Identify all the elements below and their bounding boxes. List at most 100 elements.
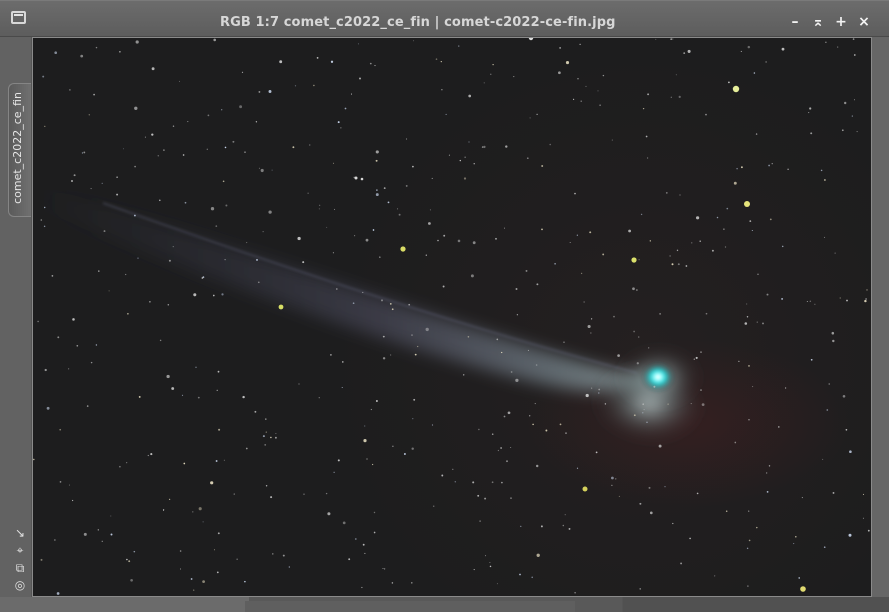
star — [639, 588, 641, 590]
star — [636, 289, 638, 291]
star — [245, 447, 248, 450]
star — [549, 143, 551, 146]
fit-view-icon[interactable]: ⌖ — [13, 543, 27, 557]
star — [193, 589, 195, 591]
star — [809, 107, 812, 110]
star — [541, 228, 543, 231]
image-tab[interactable]: comet_c2022_ce_fin — [8, 83, 31, 217]
image-window-icon[interactable] — [11, 11, 26, 24]
star — [540, 525, 543, 528]
star — [849, 450, 852, 454]
star — [210, 481, 214, 485]
star — [441, 474, 444, 477]
star — [190, 578, 193, 580]
star — [431, 424, 434, 426]
star — [602, 74, 605, 77]
star — [150, 453, 153, 456]
star — [689, 537, 691, 540]
star — [748, 365, 750, 367]
star — [326, 226, 328, 228]
star — [535, 364, 538, 366]
star-field — [33, 38, 870, 595]
star — [527, 349, 529, 351]
star — [464, 156, 466, 158]
star — [68, 484, 71, 486]
star — [693, 358, 695, 360]
star — [781, 297, 784, 300]
star — [841, 129, 844, 132]
star — [473, 569, 475, 571]
star — [411, 582, 413, 584]
star — [842, 395, 846, 398]
image-canvas[interactable] — [32, 37, 872, 597]
star — [119, 465, 121, 468]
star — [669, 255, 671, 257]
shade-button[interactable]: ⌅ — [811, 15, 825, 29]
star — [425, 327, 429, 332]
star — [583, 301, 585, 303]
star — [864, 299, 867, 303]
window-titlebar[interactable]: RGB 1:7 comet_c2022_ce_fin | comet-c2022… — [0, 1, 889, 37]
star — [373, 531, 376, 534]
star — [529, 117, 531, 119]
star — [133, 550, 136, 553]
close-button[interactable]: × — [857, 15, 871, 29]
view-options-icon[interactable]: ◎ — [13, 578, 27, 592]
star — [257, 281, 260, 284]
star — [748, 419, 750, 421]
star — [778, 426, 780, 428]
star — [359, 77, 361, 80]
star — [413, 40, 415, 42]
star — [210, 207, 215, 211]
star — [565, 61, 570, 65]
star — [746, 316, 749, 318]
star — [366, 458, 368, 460]
zoom-fit-icon[interactable]: ↘ — [13, 526, 27, 540]
star — [642, 107, 645, 110]
star — [217, 370, 220, 373]
star — [809, 300, 812, 302]
star — [435, 58, 438, 60]
star — [744, 322, 748, 325]
star — [751, 229, 753, 232]
minimize-button[interactable]: – — [788, 15, 802, 29]
star — [733, 181, 737, 185]
star — [495, 237, 497, 240]
star — [162, 509, 165, 511]
star — [233, 493, 235, 495]
star — [748, 539, 751, 542]
star — [318, 397, 320, 399]
star — [244, 151, 246, 153]
maximize-button[interactable]: + — [834, 15, 848, 29]
star — [332, 162, 335, 164]
star — [144, 136, 146, 138]
star — [724, 246, 727, 248]
star — [270, 496, 273, 499]
star — [648, 347, 650, 349]
star — [541, 165, 544, 167]
star — [80, 54, 84, 58]
star — [563, 341, 565, 344]
clone-view-icon[interactable]: ⧉ — [13, 561, 27, 575]
star — [472, 481, 475, 484]
star — [445, 113, 447, 115]
star — [272, 553, 274, 555]
star — [587, 324, 591, 329]
star — [71, 499, 74, 502]
star — [848, 533, 852, 537]
star — [428, 222, 431, 225]
star — [137, 257, 139, 259]
star — [262, 435, 265, 438]
star — [677, 263, 680, 266]
star — [224, 146, 227, 149]
star — [294, 85, 297, 87]
star — [576, 467, 579, 469]
star — [179, 550, 182, 552]
star — [585, 393, 589, 398]
star — [576, 234, 578, 236]
star — [463, 177, 467, 180]
star — [667, 403, 669, 405]
star — [258, 90, 261, 93]
star — [834, 252, 836, 254]
star — [218, 428, 221, 431]
